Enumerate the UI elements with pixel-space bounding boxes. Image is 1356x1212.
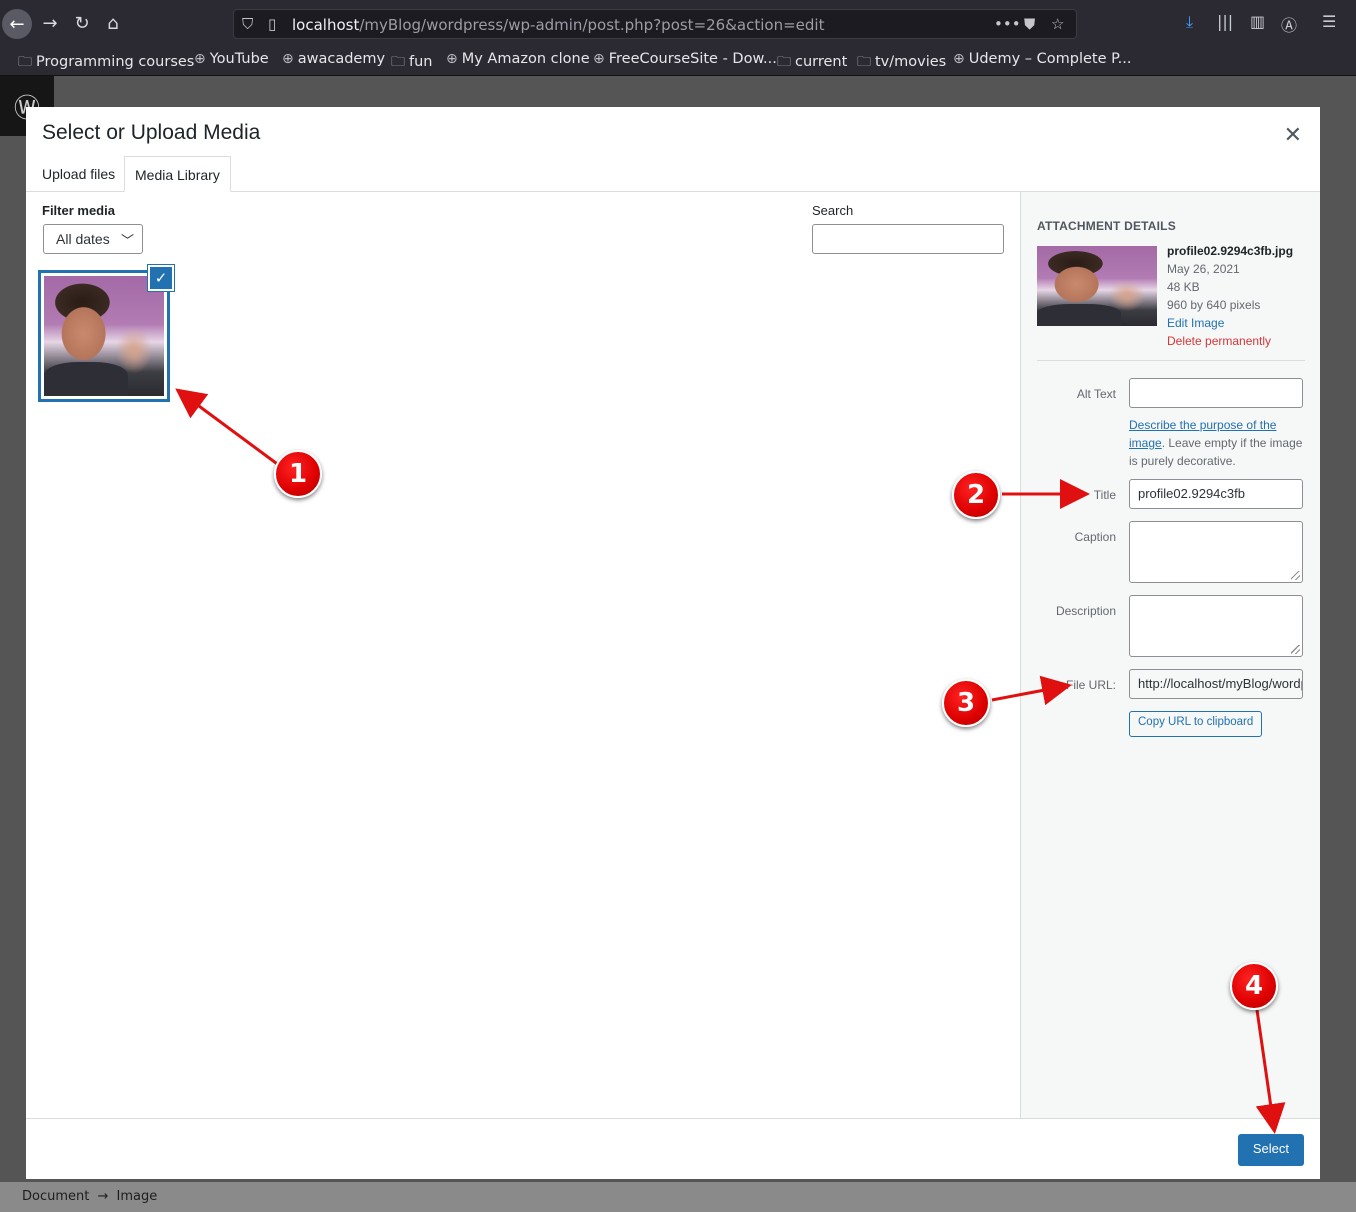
title-input[interactable]: profile02.9294c3fb <box>1129 479 1303 509</box>
annotation-badge-4: 4 <box>1230 962 1278 1010</box>
breadcrumb: Document → Image <box>22 1189 157 1204</box>
pocket-icon[interactable]: ⛊ <box>1024 15 1035 33</box>
modal-title: Select or Upload Media <box>42 121 261 144</box>
folder-icon: 🗀 <box>857 54 871 70</box>
bookmark-label: fun <box>409 54 433 70</box>
copy-url-button[interactable]: Copy URL to clipboard <box>1129 711 1263 737</box>
title-label: Title <box>1093 488 1116 502</box>
globe-icon: ⊕ <box>953 51 965 67</box>
bookmark-youtube[interactable]: ⊕ YouTube <box>194 51 269 67</box>
date-filter-select[interactable]: All dates ﹀ <box>43 224 143 254</box>
attachment-details-heading: ATTACHMENT DETAILS <box>1037 219 1176 233</box>
folder-icon: 🗀 <box>777 54 791 70</box>
shield-icon[interactable]: ⛉ <box>242 15 253 33</box>
attachment-filename: profile02.9294c3fb.jpg <box>1167 244 1294 258</box>
url-bar[interactable]: ⛉ ▯ localhost/myBlog/wordpress/wp-admin/… <box>233 9 1077 39</box>
description-label: Description <box>1055 604 1116 618</box>
bookmark-label: Udemy – Complete P... <box>968 51 1132 67</box>
bookmark-udemy[interactable]: ⊕ Udemy – Complete P... <box>953 51 1131 67</box>
search-label: Search <box>812 203 854 218</box>
search-input[interactable] <box>812 224 1004 254</box>
home-icon[interactable]: ⌂ <box>97 7 129 39</box>
bookmark-label: My Amazon clone <box>461 51 590 67</box>
caption-textarea[interactable] <box>1129 521 1303 583</box>
modal-footer: Select <box>26 1118 1320 1179</box>
attachment-dimensions: 960 by 640 pixels <box>1167 298 1261 312</box>
modal-tabs: Upload files Media Library <box>26 156 1320 192</box>
edit-image-link[interactable]: Edit Image <box>1167 316 1224 330</box>
annotation-badge-2: 2 <box>952 471 1000 519</box>
filter-media-label: Filter media <box>42 203 115 218</box>
date-filter-value: All dates <box>56 231 110 247</box>
breadcrumb-document[interactable]: Document <box>22 1189 89 1204</box>
folder-icon: 🗀 <box>391 54 405 70</box>
bookmark-label: YouTube <box>209 51 269 67</box>
bookmark-label: Programming courses <box>36 54 195 70</box>
globe-icon: ⊕ <box>593 51 605 67</box>
url-host: localhost <box>292 16 360 34</box>
url-text[interactable]: localhost/myBlog/wordpress/wp-admin/post… <box>292 16 824 34</box>
star-icon[interactable]: ☆ <box>1051 15 1064 33</box>
caption-label: Caption <box>1074 530 1116 544</box>
folder-icon: 🗀 <box>18 54 32 70</box>
sidebar-icon[interactable]: ▥ <box>1250 12 1265 31</box>
bookmark-label: awacademy <box>297 51 386 67</box>
close-icon[interactable]: ✕ <box>1284 123 1302 148</box>
alt-text-label: Alt Text <box>1076 387 1116 401</box>
checkmark-icon[interactable]: ✓ <box>148 265 174 291</box>
tab-media-library[interactable]: Media Library <box>124 156 231 192</box>
alt-text-help: Describe the purpose of the image. Leave… <box>1129 416 1309 470</box>
bookmark-current[interactable]: 🗀 current <box>777 51 847 75</box>
globe-icon: ⊕ <box>194 51 206 67</box>
chevron-down-icon: ﹀ <box>120 233 134 248</box>
library-icon[interactable]: ||| <box>1217 12 1233 31</box>
bookmarks-bar: 🗀 Programming courses ⊕ YouTube ⊕ awacademy… <box>0 45 1356 76</box>
select-button[interactable]: Select <box>1237 1134 1304 1166</box>
url-path: /myBlog/wordpress/wp-admin/post.php?post… <box>359 16 825 34</box>
browser-toolbar: ← → ↻ ⌂ ⛉ ▯ localhost/myBlog/wordpress/w… <box>0 0 1356 45</box>
globe-icon: ⊕ <box>446 51 458 67</box>
menu-icon[interactable]: ☰ <box>1322 12 1336 31</box>
delete-permanently-link[interactable]: Delete permanently <box>1167 334 1271 348</box>
account-icon[interactable]: Ⓐ <box>1281 12 1297 36</box>
divider <box>1037 360 1305 361</box>
annotation-badge-3: 3 <box>942 679 990 727</box>
bookmark-fun[interactable]: 🗀 fun <box>391 51 433 75</box>
breadcrumb-image[interactable]: Image <box>117 1189 158 1204</box>
bookmark-freecoursesite[interactable]: ⊕ FreeCourseSite - Dow... <box>593 51 777 67</box>
media-thumbnail <box>44 276 164 396</box>
resize-grip-icon[interactable] <box>1291 571 1300 580</box>
file-url-label: File URL: <box>1065 678 1116 692</box>
bookmark-label: FreeCourseSite - Dow... <box>608 51 777 67</box>
media-modal: Select or Upload Media ✕ Upload files Me… <box>26 107 1320 1179</box>
annotation-badge-1: 1 <box>274 450 322 498</box>
more-actions-icon[interactable]: ••• <box>994 15 1021 33</box>
resize-grip-icon[interactable] <box>1291 645 1300 654</box>
breadcrumb-separator: → <box>97 1189 109 1204</box>
bookmark-amazon-clone[interactable]: ⊕ My Amazon clone <box>446 51 590 67</box>
attachment-thumbnail <box>1037 246 1157 326</box>
forward-arrow-icon[interactable]: → <box>34 7 66 39</box>
reload-icon[interactable]: ↻ <box>66 7 98 39</box>
description-textarea[interactable] <box>1129 595 1303 657</box>
attachment-size: 48 KB <box>1167 280 1200 294</box>
editor-footer <box>0 1182 1356 1212</box>
back-arrow-icon[interactable]: ← <box>2 9 32 39</box>
page-icon: ▯ <box>268 15 277 33</box>
bookmark-tv-movies[interactable]: 🗀 tv/movies <box>857 51 946 75</box>
bookmark-awacademy[interactable]: ⊕ awacademy <box>282 51 385 67</box>
bookmark-label: tv/movies <box>875 54 947 70</box>
attachment-date: May 26, 2021 <box>1167 262 1240 276</box>
file-url-input[interactable]: http://localhost/myBlog/wordpress/wp-con… <box>1129 669 1303 699</box>
download-icon[interactable]: ⤓ <box>1186 12 1193 32</box>
alt-text-input[interactable] <box>1129 378 1303 408</box>
bookmark-programming-courses[interactable]: 🗀 Programming courses <box>18 51 194 75</box>
globe-icon: ⊕ <box>282 51 294 67</box>
tab-upload-files[interactable]: Upload files <box>32 156 125 192</box>
bookmark-label: current <box>795 54 848 70</box>
